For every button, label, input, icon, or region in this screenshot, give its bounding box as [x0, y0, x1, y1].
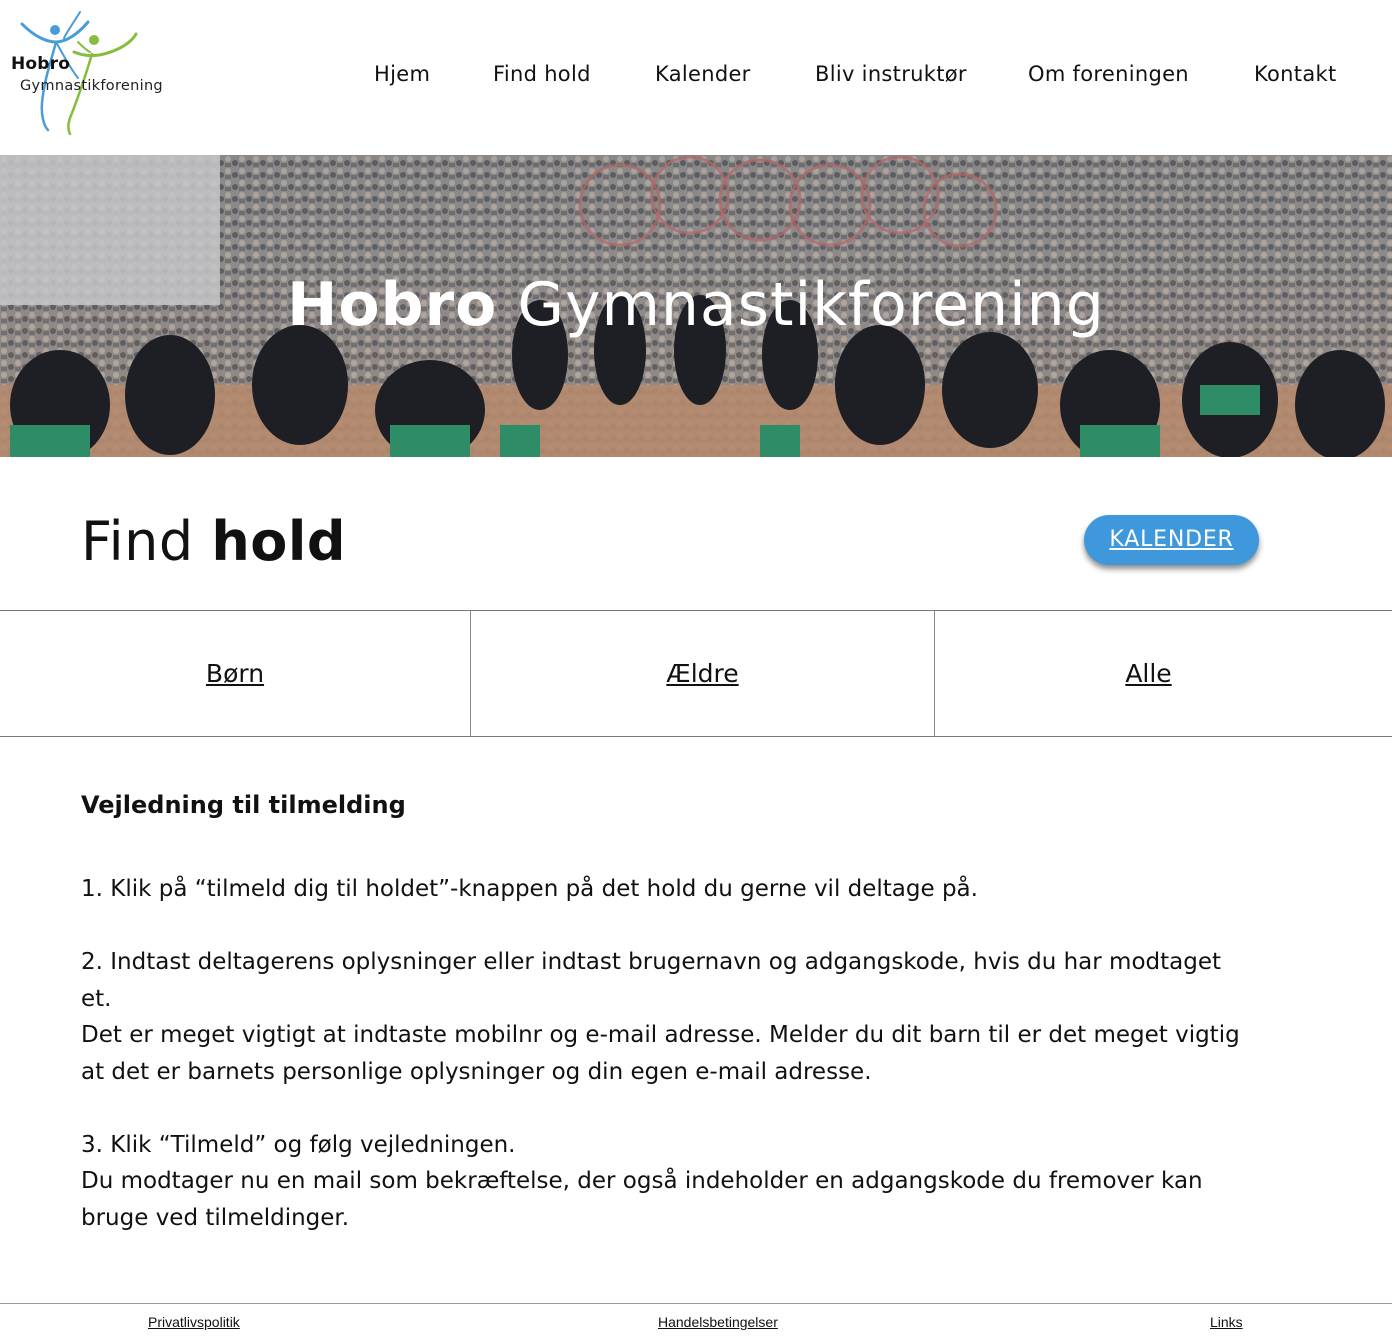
nav-item-kontakt[interactable]: Kontakt [1254, 62, 1336, 86]
guide-step-3: 3. Klik “Tilmeld” og følg vejledningen. … [81, 1127, 1241, 1237]
guide-step-2: 2. Indtast deltagerens oplysninger eller… [81, 944, 1241, 1090]
guide-step-2-note: Det er meget vigtigt at indtaste mobilnr… [81, 1022, 1240, 1085]
site-header: Hobro Gymnastikforening Hjem Find hold K… [0, 0, 1392, 155]
page-title: Find hold [81, 510, 346, 573]
nav-item-kalender[interactable]: Kalender [655, 62, 751, 86]
page-title-light: Find [81, 510, 212, 573]
guide-step-1-text: 1. Klik på “tilmeld dig til holdet”-knap… [81, 876, 978, 902]
main-nav: Hjem Find hold Kalender Bliv instruktør … [0, 62, 1392, 94]
guide-step-2-text: 2. Indtast deltagerens oplysninger eller… [81, 949, 1222, 1012]
hero-title-rest: Gymnastikforening [497, 270, 1105, 340]
hero-title: Hobro Gymnastikforening [0, 270, 1392, 340]
kalender-button[interactable]: KALENDER [1084, 515, 1259, 565]
nav-item-bliv-instruktor[interactable]: Bliv instruktør [815, 62, 967, 86]
footer-link-links[interactable]: Links [1210, 1314, 1243, 1330]
guide-step-3-note: Du modtager nu en mail som bekræftelse, … [81, 1168, 1203, 1231]
footer-link-privatlivspolitik[interactable]: Privatlivspolitik [148, 1314, 240, 1330]
guide-step-1: 1. Klik på “tilmeld dig til holdet”-knap… [81, 871, 1241, 908]
page-title-bold: hold [211, 510, 347, 573]
guide-title: Vejledning til tilmelding [81, 791, 406, 819]
hero-banner: Hobro Gymnastikforening [0, 155, 1392, 457]
footer-link-handelsbetingelser[interactable]: Handelsbetingelser [658, 1314, 778, 1330]
nav-item-hjem[interactable]: Hjem [374, 62, 430, 86]
tab-born[interactable]: Børn [0, 611, 470, 736]
age-filter-tabs: Børn Ældre Alle [0, 610, 1392, 737]
nav-item-find-hold[interactable]: Find hold [493, 62, 591, 86]
tab-alle[interactable]: Alle [935, 611, 1362, 736]
guide-step-3-text: 3. Klik “Tilmeld” og følg vejledningen. [81, 1131, 516, 1158]
tab-aeldre[interactable]: Ældre [471, 611, 934, 736]
nav-item-om-foreningen[interactable]: Om foreningen [1028, 62, 1189, 86]
site-footer: Privatlivspolitik Handelsbetingelser Lin… [0, 1303, 1392, 1337]
hero-title-bold: Hobro [287, 270, 498, 340]
registration-guide: Vejledning til tilmelding 1. Klik på “ti… [81, 787, 1241, 1273]
